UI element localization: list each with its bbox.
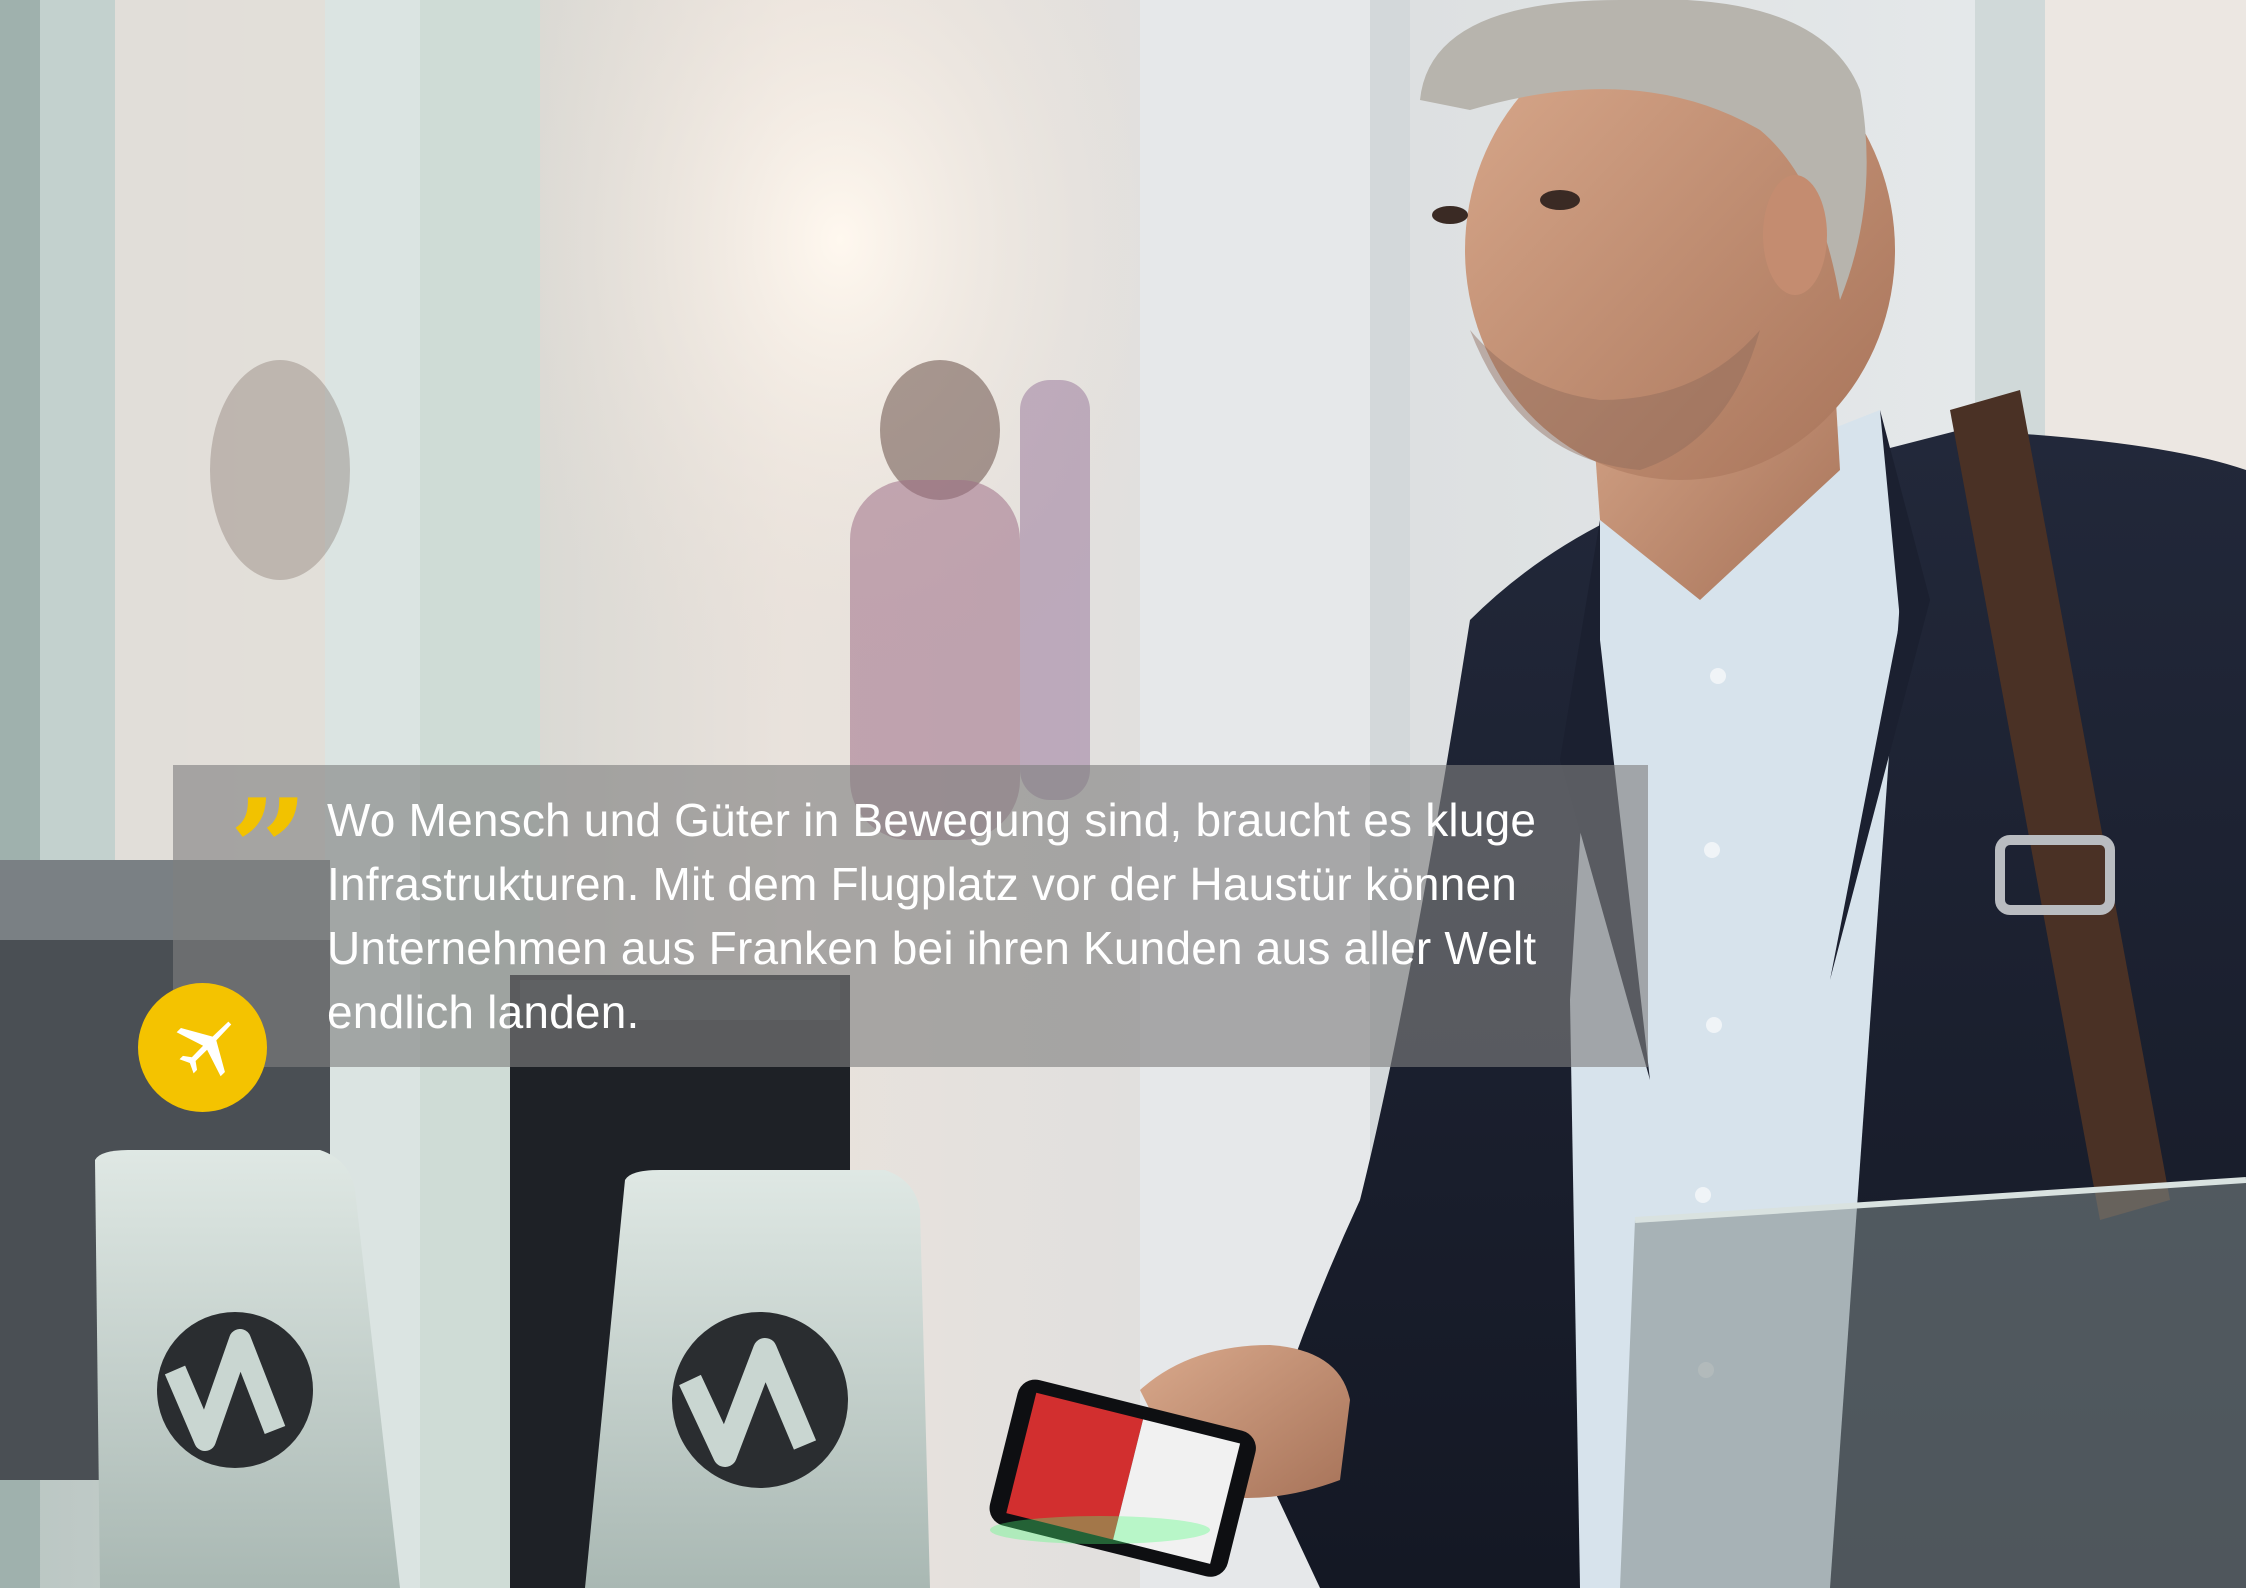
- airplane-badge: [138, 983, 267, 1112]
- quote-text: Wo Mensch und Güter in Bewegung sind, br…: [327, 794, 1537, 1038]
- quotation-mark-icon: ”: [229, 781, 308, 919]
- airplane-icon: [176, 1021, 232, 1077]
